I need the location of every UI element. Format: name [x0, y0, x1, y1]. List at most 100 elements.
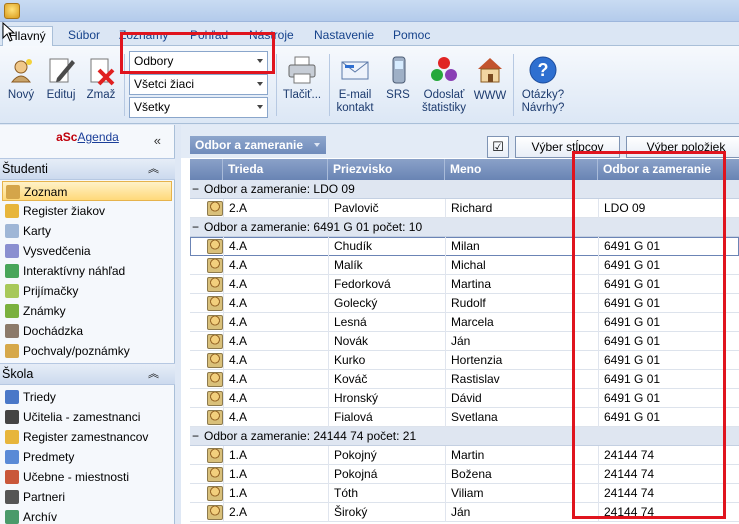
table-cell: Viliam: [445, 484, 483, 503]
teachers-icon: [5, 410, 19, 424]
table-row[interactable]: 4.A Malík Michal 6491 G 01: [190, 256, 739, 275]
chevron-down-icon: [257, 59, 263, 63]
student-icon: [207, 239, 223, 254]
sidebar-item-zoznam[interactable]: Zoznam: [2, 181, 172, 201]
table-row[interactable]: 4.A Lesná Marcela 6491 G 01: [190, 313, 739, 332]
sidebar-item-archiv[interactable]: Archív: [2, 507, 172, 524]
sidebar-item-pochvaly[interactable]: Pochvaly/poznámky: [2, 341, 172, 361]
mobile-phone-icon: [392, 56, 406, 84]
collapse-group-icon[interactable]: −: [192, 218, 202, 237]
table-row[interactable]: 4.A Fialová Svetlana 6491 G 01: [190, 408, 739, 427]
list-icon: [6, 185, 20, 199]
tab-zoznamy[interactable]: Zoznamy: [113, 26, 174, 46]
group-row[interactable]: − Odbor a zameranie: 24144 74 počet: 21: [190, 427, 739, 446]
student-icon: [207, 372, 223, 387]
sidebar-item-dochadzka[interactable]: Dochádzka: [2, 321, 172, 341]
sidebar-item-partneri[interactable]: Partneri: [2, 487, 172, 507]
collapse-group-icon[interactable]: −: [192, 180, 202, 199]
table-cell: Hortenzia: [445, 351, 502, 370]
students-filter-combo[interactable]: Všetci žiaci: [129, 74, 268, 95]
chevron-up-icon: ︽: [148, 368, 159, 380]
table-cell: Božena: [445, 465, 492, 484]
student-icon: [207, 448, 223, 463]
student-icon: [207, 258, 223, 273]
sidebar-item-register-zamestnancov[interactable]: Register zamestnancov: [2, 427, 172, 447]
table-cell: Lesná: [328, 313, 367, 332]
questions-button[interactable]: ? Otázky? Návrhy?: [518, 54, 568, 115]
www-button[interactable]: WWW: [473, 54, 507, 103]
tab-nastavenie[interactable]: Nastavenie: [308, 26, 380, 46]
select-items-button[interactable]: Výber položiek: [626, 136, 739, 158]
group-row[interactable]: − Odbor a zameranie: 6491 G 01 počet: 10: [190, 218, 739, 237]
table-cell: Svetlana: [445, 408, 498, 427]
table-row[interactable]: 4.A Novák Ján 6491 G 01: [190, 332, 739, 351]
printer-icon: [288, 56, 316, 84]
send-statistics-button[interactable]: Odoslať štatistiky: [420, 54, 468, 115]
tab-pomoc[interactable]: Pomoc: [387, 26, 436, 46]
sidebar-item-vysvedcenia[interactable]: Vysvedčenia: [2, 241, 172, 261]
table-cell: 4.A: [223, 389, 247, 408]
table-row[interactable]: 1.A Pokojný Martin 24144 74: [190, 446, 739, 465]
sidebar-group-school[interactable]: Škola ︽: [0, 363, 175, 385]
email-contact-button[interactable]: E-mail kontakt: [334, 54, 376, 115]
sidebar-item-karty[interactable]: Karty: [2, 221, 172, 241]
ribbon-separator: [276, 54, 277, 116]
sidebar-item-ucebne[interactable]: Učebne - miestnosti: [2, 467, 172, 487]
table-cell: Fialová: [328, 408, 373, 427]
tab-nastroje[interactable]: Nástroje: [243, 26, 300, 46]
new-button[interactable]: Nový: [4, 54, 38, 102]
sidebar-group-students[interactable]: Študenti ︽: [0, 158, 175, 180]
table-row[interactable]: 4.A Golecký Rudolf 6491 G 01: [190, 294, 739, 313]
sidebar-item-predmety[interactable]: Predmety: [2, 447, 172, 467]
edit-button[interactable]: Edituj: [43, 54, 79, 102]
column-header: Trieda Priezvisko Meno Odbor a zameranie: [190, 159, 739, 180]
check-all-button[interactable]: ☑: [487, 136, 509, 158]
table-cell: Rudolf: [445, 294, 486, 313]
student-icon: [207, 353, 223, 368]
praise-icon: [5, 344, 19, 358]
collapse-group-icon[interactable]: −: [192, 427, 202, 446]
table-cell: 1.A: [223, 446, 247, 465]
table-row[interactable]: 4.A Chudík Milan 6491 G 01: [190, 237, 739, 256]
table-row[interactable]: 1.A Tóth Viliam 24144 74: [190, 484, 739, 503]
ribbon-separator: [513, 54, 514, 116]
sidebar-item-register[interactable]: Register žiakov: [2, 201, 172, 221]
sidebar-brand[interactable]: aScAgenda «: [0, 130, 175, 150]
table-row[interactable]: 4.A Fedorková Martina 6491 G 01: [190, 275, 739, 294]
column-header-meno[interactable]: Meno: [445, 159, 598, 180]
sidebar-item-triedy[interactable]: Triedy: [2, 387, 172, 407]
tab-pohlad[interactable]: Pohľad: [184, 26, 234, 46]
table-cell: 4.A: [223, 408, 247, 427]
table-cell: 24144 74: [598, 503, 654, 522]
title-bar: [0, 0, 739, 22]
all-filter-combo[interactable]: Všetky: [129, 97, 268, 118]
table-row[interactable]: 2.A Pavlovič Richard LDO 09: [190, 199, 739, 218]
classes-icon: [5, 390, 19, 404]
grouping-combo[interactable]: Odbory: [129, 51, 268, 72]
print-button[interactable]: Tlačiť...: [281, 54, 323, 102]
table-row[interactable]: 4.A Kurko Hortenzia 6491 G 01: [190, 351, 739, 370]
table-cell: Martina: [445, 275, 491, 294]
sidebar-item-znamky[interactable]: Známky: [2, 301, 172, 321]
group-row[interactable]: − Odbor a zameranie: LDO 09: [190, 180, 739, 199]
sidebar-item-prijimacky[interactable]: Prijímačky: [2, 281, 172, 301]
column-header-priezvisko[interactable]: Priezvisko: [328, 159, 445, 180]
column-header-odbor[interactable]: Odbor a zameranie: [598, 159, 739, 180]
table-cell: Pokojná: [328, 465, 377, 484]
app-icon[interactable]: [4, 3, 20, 19]
table-row[interactable]: 1.A Pokojná Božena 24144 74: [190, 465, 739, 484]
table-row[interactable]: 2.A Široký Ján 24144 74: [190, 503, 739, 522]
sidebar-item-interaktivny[interactable]: Interaktívny náhľad: [2, 261, 172, 281]
column-header-trieda[interactable]: Trieda: [223, 159, 328, 180]
table-row[interactable]: 4.A Kováč Rastislav 6491 G 01: [190, 370, 739, 389]
srs-button[interactable]: SRS: [383, 54, 413, 102]
table-cell: 4.A: [223, 332, 247, 351]
tab-subor[interactable]: Súbor: [62, 26, 106, 46]
home-icon: [478, 58, 502, 83]
select-columns-button[interactable]: Výber stĺpcov: [515, 136, 620, 158]
group-by-chip[interactable]: Odbor a zameranie: [190, 136, 326, 154]
table-row[interactable]: 4.A Hronský Dávid 6491 G 01: [190, 389, 739, 408]
sidebar-item-ucitelia[interactable]: Učitelia - zamestnanci: [2, 407, 172, 427]
delete-button[interactable]: Zmaž: [84, 54, 118, 102]
collapse-icon[interactable]: «: [154, 133, 161, 148]
